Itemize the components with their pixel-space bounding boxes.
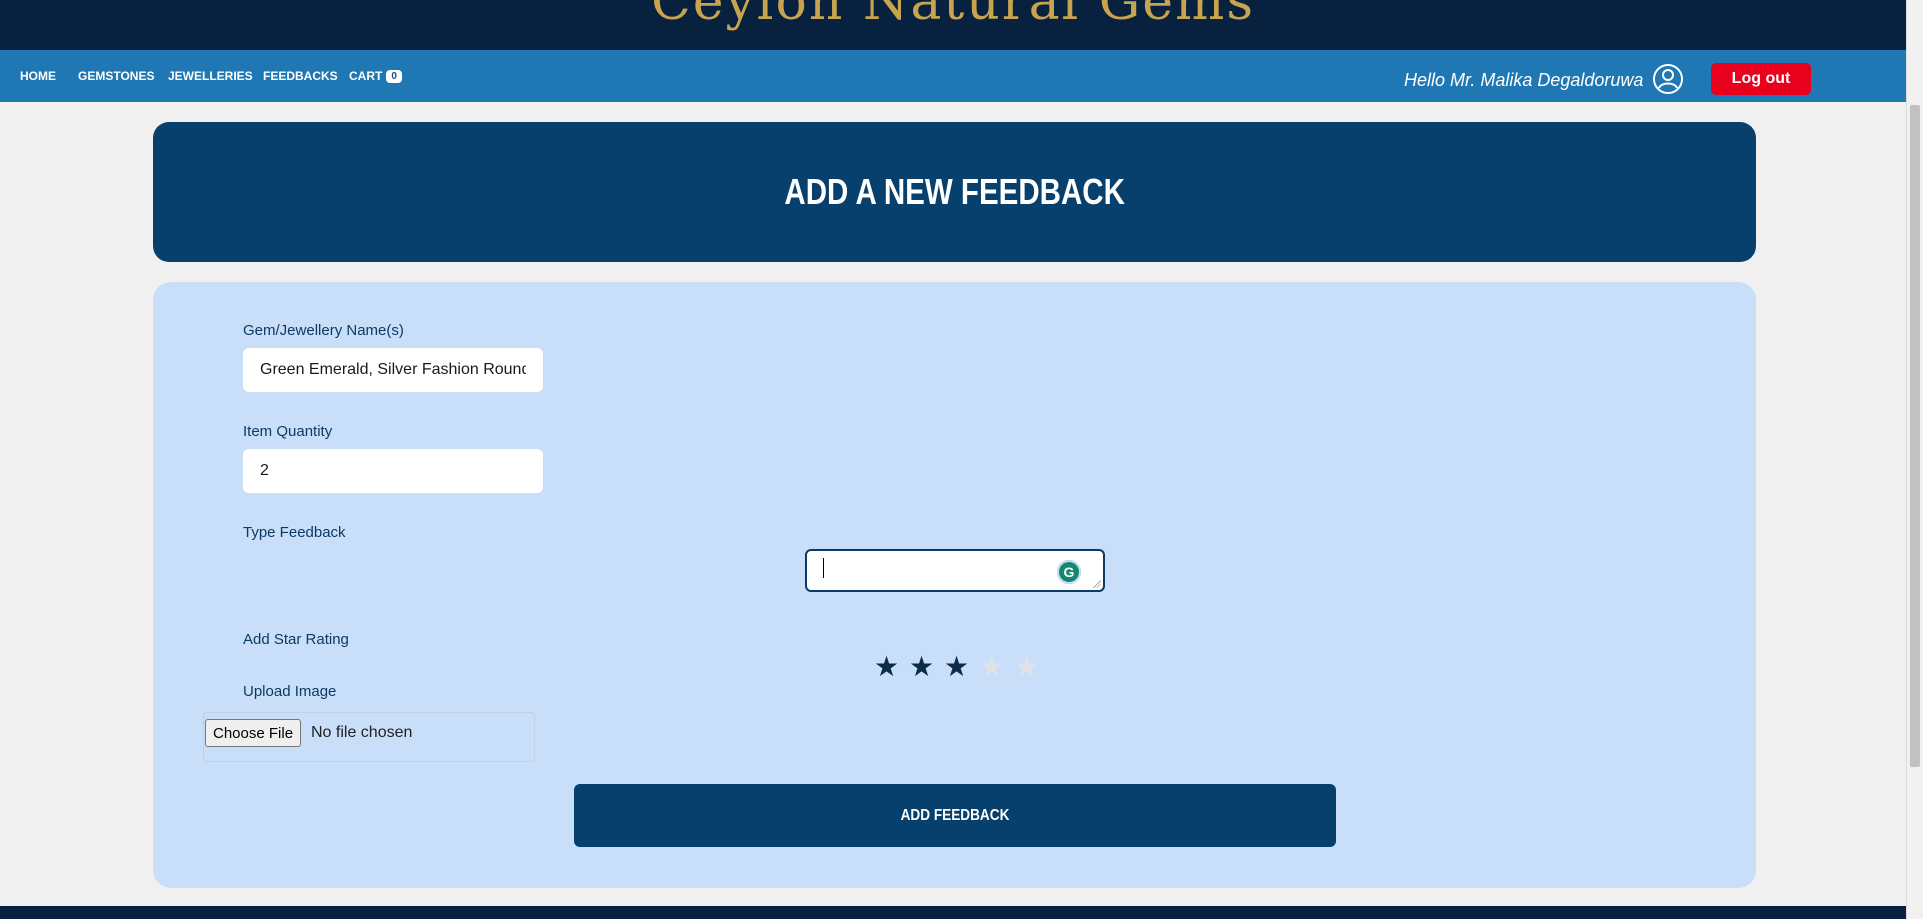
item-name-input[interactable] bbox=[243, 348, 543, 392]
nav-cart-link[interactable]: CART 0 bbox=[349, 69, 402, 83]
add-feedback-button[interactable]: ADD FEEDBACK bbox=[574, 784, 1336, 847]
logout-button[interactable]: Log out bbox=[1711, 63, 1811, 95]
star-2-icon[interactable]: ★ bbox=[904, 651, 939, 683]
star-1-icon[interactable]: ★ bbox=[869, 651, 904, 683]
cart-count-badge: 0 bbox=[386, 70, 402, 83]
feedback-form: Gem/Jewellery Name(s) Item Quantity Type… bbox=[153, 282, 1756, 888]
quantity-input[interactable] bbox=[243, 449, 543, 493]
footer-strip bbox=[0, 906, 1906, 919]
user-profile-icon[interactable] bbox=[1652, 63, 1684, 95]
grammarly-icon[interactable]: G bbox=[1057, 560, 1081, 584]
star-rating[interactable]: ★ ★ ★ ★ ★ bbox=[869, 651, 1044, 683]
upload-image-label: Upload Image bbox=[243, 683, 337, 700]
nav-cart-label: CART bbox=[349, 69, 383, 83]
main-navbar: HOME GEMSTONES JEWELLERIES FEEDBACKS CAR… bbox=[0, 50, 1906, 102]
feedback-textarea-wrapper: G bbox=[805, 549, 1105, 592]
top-banner: Ceylon Natural Gems bbox=[0, 0, 1906, 50]
nav-jewelleries-link[interactable]: JEWELLERIES bbox=[168, 69, 253, 83]
nav-feedbacks-link[interactable]: FEEDBACKS bbox=[263, 69, 338, 83]
page-header-card: ADD A NEW FEEDBACK bbox=[153, 122, 1756, 262]
nav-gemstones-link[interactable]: GEMSTONES bbox=[78, 69, 154, 83]
nav-home-link[interactable]: HOME bbox=[20, 69, 56, 83]
choose-file-button[interactable]: Choose File bbox=[205, 719, 302, 747]
user-greeting: Hello Mr. Malika Degaldoruwa bbox=[1404, 70, 1644, 90]
brand-logo-text: Ceylon Natural Gems bbox=[650, 0, 1256, 32]
file-status-text: No file chosen bbox=[311, 724, 413, 741]
star-4-icon[interactable]: ★ bbox=[974, 651, 1009, 683]
text-caret bbox=[823, 558, 824, 578]
textarea-resize-handle[interactable] bbox=[1093, 580, 1101, 588]
quantity-label: Item Quantity bbox=[243, 423, 333, 440]
file-upload-field: Choose File No file chosen bbox=[203, 712, 535, 762]
item-name-label: Gem/Jewellery Name(s) bbox=[243, 322, 404, 339]
star-rating-label: Add Star Rating bbox=[243, 631, 349, 648]
feedback-text-label: Type Feedback bbox=[243, 524, 346, 541]
star-3-icon[interactable]: ★ bbox=[939, 651, 974, 683]
page-title: ADD A NEW FEEDBACK bbox=[784, 171, 1125, 212]
add-feedback-button-label: ADD FEEDBACK bbox=[900, 806, 1010, 824]
scrollbar-thumb[interactable] bbox=[1910, 105, 1920, 767]
star-5-icon[interactable]: ★ bbox=[1009, 651, 1044, 683]
